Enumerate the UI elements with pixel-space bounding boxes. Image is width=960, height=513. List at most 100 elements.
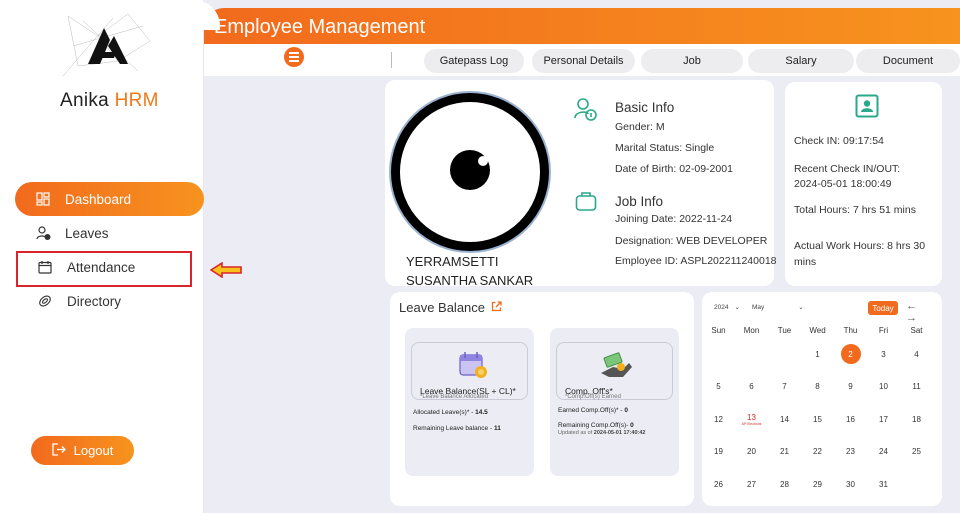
calendar-day[interactable]: 23 [834,436,867,469]
joining-date: Joining Date: 2022-11-24 [615,213,733,225]
month-nav-arrows[interactable]: ← → [906,300,934,324]
calendar-day-number: 8 [815,382,820,392]
weekday-label: Mon [743,325,760,335]
designation: Designation: WEB DEVELOPER [615,235,768,247]
calendar-day[interactable]: 4 [900,338,933,371]
employee-name-line1: YERRAMSETTI [406,254,499,269]
calendar-day[interactable]: 6 [735,371,768,404]
earned-comp-off: Earned Comp.Off(s)* - 0 [558,407,628,414]
calendar-day[interactable]: 7 [768,371,801,404]
total-hours: Total Hours: 7 hrs 51 mins [794,204,916,216]
logout-label: Logout [73,443,114,458]
brand-accent: HRM [114,90,159,111]
calendar-day[interactable]: 25 [900,436,933,469]
calendar-day-number: 24 [879,447,888,457]
external-link-icon[interactable] [491,300,502,315]
calendar-week-row: 1 2 3 4 [702,338,942,371]
employee-id: Employee ID: ASPL202211240018 [615,255,777,267]
calendar-day[interactable]: 30 [834,468,867,501]
calendar-day[interactable]: 10 [867,371,900,404]
today-button[interactable]: Today [868,301,898,315]
leave-balance-card: Leave Balance Leave Balance(SL + CL)* *L… [390,292,694,506]
calendar-empty-cell [768,338,801,371]
briefcase-icon [575,190,599,214]
tab-job[interactable]: Job [641,49,743,73]
calendar-day[interactable]: 11 [900,371,933,404]
calendar-day-number: 9 [848,382,853,392]
sidebar-item-label: Dashboard [65,191,132,207]
gender: Gender: M [615,121,665,133]
brand-name: Anika HRM [60,90,159,112]
calendar-day[interactable]: 31 [867,468,900,501]
year-select[interactable]: 2024 ⌄ [714,303,740,312]
calendar-day[interactable]: 15 [801,403,834,436]
calendar-day[interactable]: 8 [801,371,834,404]
calendar-day[interactable]: 13 AP Elections [735,403,768,436]
calendar-day[interactable]: 9 [834,371,867,404]
calendar-empty-cell [702,338,735,371]
calendar-week-row: 12 13 AP Elections 14 15 16 17 18 [702,403,942,436]
chevron-down-icon: ⌄ [734,304,740,311]
weekday-label: Fri [878,325,889,335]
sidebar-item-dashboard[interactable]: Dashboard [15,182,204,216]
calendar-day-number: 10 [879,382,888,392]
user-info-icon [573,96,597,121]
calendar-day[interactable]: 14 [768,403,801,436]
calendar-day[interactable]: 22 [801,436,834,469]
calendar-day[interactable]: 27 [735,468,768,501]
menu-toggle-icon[interactable] [284,47,304,67]
weekday-label: Sat [910,325,923,335]
calendar-day-number: 31 [879,479,888,489]
calendar-day[interactable]: 12 [702,403,735,436]
calendar-day[interactable]: 20 [735,436,768,469]
calendar-day-number: 14 [780,414,789,424]
calendar-day-number: 7 [782,382,787,392]
calendar-day-number: 21 [780,447,789,457]
sidebar-item-directory[interactable]: Directory [15,284,204,318]
calendar-day[interactable]: 1 [801,338,834,371]
calendar-day[interactable]: 29 [801,468,834,501]
calendar-day[interactable]: 2 [834,338,867,371]
calendar-day-number: 26 [714,479,723,489]
calendar-day-number: 13 [747,412,756,422]
tab-personal-details[interactable]: Personal Details [532,49,635,73]
calendar-day[interactable]: 16 [834,403,867,436]
calendar-leave-icon [457,349,489,386]
calendar-day[interactable]: 21 [768,436,801,469]
dashboard-icon [35,191,51,207]
calendar-day[interactable]: 19 [702,436,735,469]
calendar-day-number: 1 [815,349,820,359]
calendar-day-number: 18 [912,414,921,424]
calendar-day[interactable]: 28 [768,468,801,501]
calendar-day[interactable]: 18 [900,403,933,436]
sidebar-item-label: Directory [67,293,122,309]
tab-salary[interactable]: Salary [748,49,854,73]
basic-info-title: Basic Info [615,100,675,115]
month-select[interactable]: May ⌄ [752,303,804,312]
calendar-day[interactable]: 17 [867,403,900,436]
calendar-day[interactable]: 5 [702,371,735,404]
actual-work-hours: Actual Work Hours: 8 hrs 30 [794,240,926,252]
sidebar-item-leaves[interactable]: Leaves [15,216,204,250]
calendar-day[interactable]: 3 [867,338,900,371]
holiday-note: AP Elections [741,421,762,426]
brand-main: Anika [60,90,110,111]
calendar-day[interactable]: 26 [702,468,735,501]
calendar-day-number: 2 [840,344,861,365]
tab-gatepass-log[interactable]: Gatepass Log [424,49,524,73]
calendar-empty-cell [735,338,768,371]
tab-document[interactable]: Document [856,49,960,73]
comp-off-tile[interactable]: Comp. Off's* *Comp.Off(s) Earned Earned … [550,328,679,476]
calendar-day[interactable]: 24 [867,436,900,469]
leave-balance-tile[interactable]: Leave Balance(SL + CL)* *Leave Balance A… [405,328,534,476]
calendar-header: 2024 ⌄ May ⌄ Today ← → [710,300,934,324]
calendar-day-number: 28 [780,479,789,489]
pointer-arrow-icon [209,261,242,283]
logout-button[interactable]: Logout [31,436,134,465]
calendar-day-number: 12 [714,414,723,424]
calendar-day-number: 16 [846,414,855,424]
recent-check-label: Recent Check IN/OUT: [794,163,901,175]
weekday-label: Thu [843,325,858,335]
allocated-leaves: Allocated Leave(s)* - 14.5 [413,409,488,416]
page-title: Employee Management [214,16,426,38]
